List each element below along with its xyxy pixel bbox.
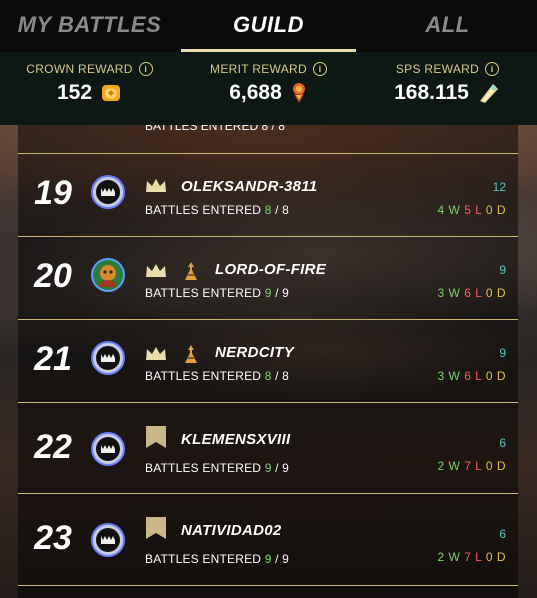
character-avatar [90, 257, 126, 293]
info-icon[interactable]: i [485, 62, 500, 76]
battles-entered: BATTLES ENTERED 9 / 9 [145, 461, 290, 475]
crown-token-icon [100, 82, 122, 104]
tower-badge-icon [181, 344, 201, 369]
win-loss-record: 4 W 5 L 0 D [437, 203, 506, 217]
crown-reward: CROWN REWARD i 152 [0, 52, 179, 125]
info-icon[interactable]: i [312, 62, 327, 76]
tab-guild[interactable]: GUILD [179, 0, 358, 52]
monster-avatar [90, 431, 126, 467]
sps-reward-label: SPS REWARD [395, 62, 480, 76]
table-row[interactable]: 22 KLEMENSXVIII BATTLES ENTERED 9 / 9 6 … [18, 402, 518, 494]
leaderboard-list: BATTLES ENTERED 8 / 8 19 OLEKSANDR-3811 … [18, 125, 518, 598]
player-name[interactable]: NERDCITY [215, 344, 294, 361]
points-value: 9 [499, 346, 506, 360]
merit-reward: MERIT REWARD i 6,688 [179, 52, 358, 125]
crown-reward-label: CROWN REWARD [26, 62, 133, 76]
sps-token-icon [477, 81, 501, 105]
table-row-partial: BATTLES ENTERED 8 / 8 [18, 125, 518, 153]
rank-number: 19 [34, 174, 72, 212]
points-value: 6 [499, 527, 506, 541]
rank-number: 22 [34, 428, 72, 466]
table-row[interactable]: 20 LORD-OF-FIRE BATTLES ENTERED 9 / 9 9 … [18, 236, 518, 319]
merit-icon [290, 82, 308, 104]
win-loss-record: 2 W 7 L 0 D [437, 459, 506, 473]
crown-badge-icon [145, 178, 167, 199]
battles-entered: BATTLES ENTERED 8 / 8 [145, 203, 290, 217]
battles-entered: BATTLES ENTERED 8 / 8 [145, 369, 290, 383]
table-row[interactable]: 21 NERDCITY BATTLES ENTERED 8 / 8 9 3 W … [18, 319, 518, 402]
crown-reward-value: 152 [56, 81, 93, 104]
player-name[interactable]: KLEMENSXVIII [181, 431, 290, 448]
player-name[interactable]: NATIVIDAD02 [181, 522, 282, 539]
win-loss-record: 2 W 7 L 0 D [437, 550, 506, 564]
tower-badge-icon [181, 261, 201, 286]
tab-my-battles[interactable]: MY BATTLES [0, 0, 179, 52]
rank-number: 21 [34, 340, 72, 378]
tab-bar: MY BATTLES GUILD ALL [0, 0, 537, 52]
points-value: 9 [499, 263, 506, 277]
battles-entered: BATTLES ENTERED 8 / 8 [145, 125, 285, 133]
rewards-bar: CROWN REWARD i 152 MERIT REWARD i 6,688 [0, 52, 537, 125]
merit-reward-value: 6,688 [229, 81, 282, 104]
rank-number: 20 [34, 257, 72, 295]
player-name[interactable]: OLEKSANDR-3811 [181, 178, 317, 195]
battles-entered: BATTLES ENTERED 9 / 9 [145, 286, 290, 300]
win-loss-record: 3 W 6 L 0 D [437, 369, 506, 383]
sps-reward-value: 168.115 [394, 81, 469, 104]
info-icon[interactable]: i [138, 62, 153, 76]
crown-badge-icon [145, 346, 167, 367]
monster-avatar [90, 174, 126, 210]
merit-reward-label: MERIT REWARD [210, 62, 307, 76]
rank-number: 23 [34, 519, 72, 557]
banner-badge-icon [145, 425, 167, 454]
sps-reward: SPS REWARD i 168.115 [358, 52, 537, 125]
monster-avatar [90, 522, 126, 558]
banner-badge-icon [145, 516, 167, 545]
table-row[interactable]: 23 NATIVIDAD02 BATTLES ENTERED 9 / 9 6 2… [18, 493, 518, 586]
table-row[interactable]: 19 OLEKSANDR-3811 BATTLES ENTERED 8 / 8 … [18, 153, 518, 236]
points-value: 6 [499, 436, 506, 450]
battles-entered: BATTLES ENTERED 9 / 9 [145, 552, 290, 566]
win-loss-record: 3 W 6 L 0 D [437, 286, 506, 300]
tab-all[interactable]: ALL [358, 0, 537, 52]
monster-avatar [90, 340, 126, 376]
points-value: 12 [492, 180, 506, 194]
player-name[interactable]: LORD-OF-FIRE [215, 261, 326, 278]
crown-badge-icon [145, 263, 167, 284]
